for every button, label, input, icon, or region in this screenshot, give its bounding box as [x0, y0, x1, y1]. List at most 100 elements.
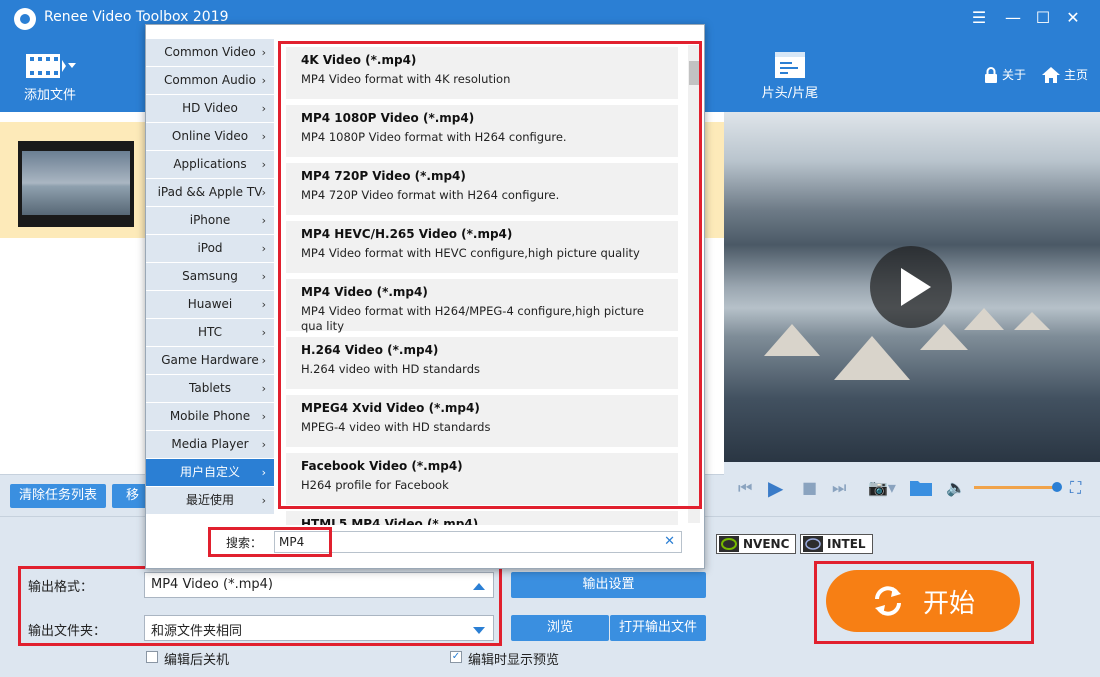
category-item[interactable]: 用户自定义 ›	[146, 459, 274, 487]
category-item[interactable]: Common Audio ›	[146, 67, 274, 95]
close-button[interactable]: ✕	[1060, 6, 1086, 30]
chevron-right-icon: ›	[261, 466, 266, 479]
add-file-label: 添加文件	[23, 88, 76, 103]
category-label: iPod	[197, 241, 223, 255]
chevron-right-icon: ›	[261, 130, 266, 143]
category-item[interactable]: HD Video ›	[146, 95, 274, 123]
stop-icon[interactable]: ■	[802, 478, 817, 498]
category-item[interactable]: Huawei ›	[146, 291, 274, 319]
about-label: 关于	[1002, 68, 1027, 82]
format-list-highlight-frame	[278, 41, 702, 509]
chevron-right-icon: ›	[261, 242, 266, 255]
snapshot-camera-icon[interactable]: 📷▾	[868, 478, 896, 498]
shutdown-checkbox[interactable]	[146, 651, 158, 663]
start-button[interactable]: 开始	[826, 570, 1020, 632]
category-label: iPad && Apple TV	[157, 185, 263, 199]
category-label: Game Hardware	[161, 353, 259, 367]
intel-label: INTEL	[827, 537, 866, 551]
category-item[interactable]: Tablets ›	[146, 375, 274, 403]
fullscreen-icon[interactable]: ⛶	[1070, 478, 1081, 498]
category-item[interactable]: Game Hardware ›	[146, 347, 274, 375]
chevron-right-icon: ›	[261, 438, 266, 451]
output-settings-button[interactable]: 输出设置	[511, 572, 706, 598]
category-label: Samsung	[182, 269, 238, 283]
app-title: Renee Video Toolbox 2019	[44, 9, 229, 25]
category-label: Online Video	[171, 129, 249, 143]
previous-icon[interactable]: ⏮	[738, 478, 752, 498]
folder-icon[interactable]	[910, 478, 932, 498]
category-item[interactable]: Applications ›	[146, 151, 274, 179]
category-label: Common Video	[164, 45, 256, 59]
nvenc-label: NVENC	[743, 537, 790, 551]
category-label: 最近使用	[185, 493, 234, 507]
volume-handle[interactable]	[1052, 482, 1062, 492]
home-link[interactable]: 主页	[1042, 66, 1088, 83]
intel-icon	[803, 536, 823, 552]
chevron-right-icon: ›	[261, 158, 266, 171]
chevron-right-icon: ›	[261, 298, 266, 311]
category-label: iPhone	[189, 213, 231, 227]
show-preview-label: 编辑时显示预览	[468, 653, 560, 668]
chevron-right-icon: ›	[261, 46, 266, 59]
clear-search-icon[interactable]: ✕	[664, 534, 675, 549]
chevron-right-icon: ›	[261, 494, 266, 507]
chevron-right-icon: ›	[261, 270, 266, 283]
chevron-right-icon: ›	[261, 186, 266, 199]
category-item[interactable]: Mobile Phone ›	[146, 403, 274, 431]
category-label: Huawei	[187, 297, 233, 311]
chevron-right-icon: ›	[261, 102, 266, 115]
category-item[interactable]: Samsung ›	[146, 263, 274, 291]
about-link[interactable]: 关于	[984, 66, 1026, 83]
category-item[interactable]: iPhone ›	[146, 207, 274, 235]
chevron-right-icon: ›	[261, 326, 266, 339]
clear-task-list-button[interactable]: 清除任务列表	[10, 484, 106, 508]
category-label: HTC	[197, 325, 223, 339]
volume-slider[interactable]	[974, 482, 1062, 492]
search-input[interactable]: MP4 ✕	[274, 531, 682, 553]
category-list: Common Video › Common Audio › HD Video › Onlin…	[146, 39, 274, 515]
show-preview-checkbox[interactable]: ✓	[450, 651, 462, 663]
video-thumbnail	[18, 141, 134, 227]
category-label: Mobile Phone	[169, 409, 251, 423]
category-item[interactable]: HTC ›	[146, 319, 274, 347]
maximize-button[interactable]: ☐	[1030, 6, 1056, 30]
app-logo-icon	[14, 8, 36, 30]
category-label: 用户自定义	[179, 465, 240, 479]
format-popup: Common Video › Common Audio › HD Video › Onlin…	[145, 24, 705, 569]
intro-outro-label: 片头/片尾	[761, 86, 819, 101]
chevron-right-icon: ›	[261, 410, 266, 423]
shutdown-label: 编辑后关机	[164, 653, 230, 668]
video-preview[interactable]	[724, 112, 1100, 462]
chevron-right-icon: ›	[261, 74, 266, 87]
intro-outro-button[interactable]: 片头/片尾	[752, 52, 828, 101]
minimize-button[interactable]: —	[1000, 6, 1026, 30]
category-item[interactable]: 最近使用 ›	[146, 487, 274, 515]
open-output-folder-button[interactable]: 打开输出文件	[610, 615, 706, 641]
output-highlight-frame	[18, 566, 502, 646]
start-label: 开始	[922, 588, 975, 619]
add-file-button[interactable]: 添加文件	[18, 52, 82, 103]
format-item[interactable]: HTML5 MP4 Video (*.mp4)	[286, 511, 678, 525]
format-title: HTML5 MP4 Video (*.mp4)	[301, 517, 479, 525]
next-icon[interactable]: ⏭	[832, 478, 846, 498]
category-item[interactable]: iPod ›	[146, 235, 274, 263]
chevron-right-icon: ›	[261, 382, 266, 395]
category-label: HD Video	[182, 101, 238, 115]
category-item[interactable]: Online Video ›	[146, 123, 274, 151]
browse-button[interactable]: 浏览	[511, 615, 609, 641]
player-controls: ⏮ ▶ ■ ⏭ 📷▾ 🔈 ⛶	[724, 462, 1100, 516]
chevron-right-icon: ›	[261, 214, 266, 227]
play-icon[interactable]: ▶	[768, 478, 783, 498]
category-item[interactable]: Media Player ›	[146, 431, 274, 459]
play-overlay-icon[interactable]	[870, 246, 952, 328]
nvenc-badge: NVENC	[716, 534, 797, 554]
category-label: Common Audio	[164, 73, 256, 87]
category-label: Media Player	[171, 437, 249, 451]
settings-icon[interactable]: ☰	[966, 6, 992, 30]
category-item[interactable]: iPad && Apple TV ›	[146, 179, 274, 207]
category-item[interactable]: Common Video ›	[146, 39, 274, 67]
volume-icon[interactable]: 🔈	[946, 478, 966, 498]
nvidia-icon	[719, 536, 739, 552]
lock-icon	[985, 66, 997, 83]
chevron-right-icon: ›	[261, 354, 266, 367]
